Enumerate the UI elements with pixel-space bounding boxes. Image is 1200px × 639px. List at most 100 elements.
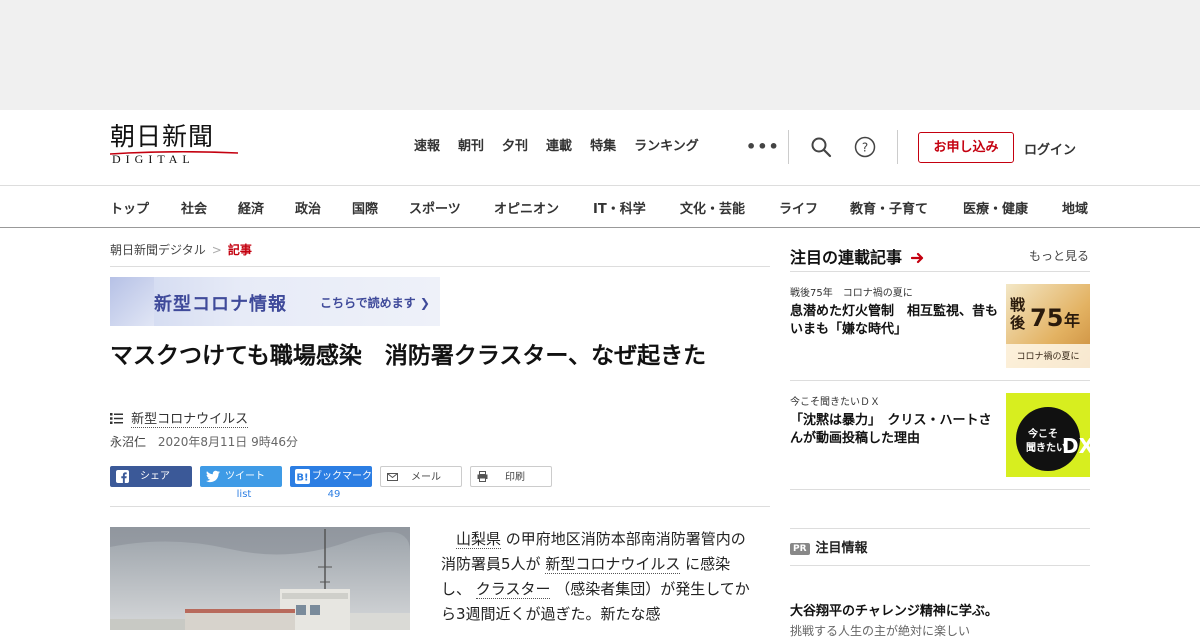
pr-section-title: PR 注目情報	[790, 537, 868, 556]
article-tag-row: 新型コロナウイルス	[110, 408, 249, 428]
apply-button[interactable]: お申し込み	[918, 132, 1014, 163]
share-hatena-label: ブックマーク	[312, 471, 372, 482]
sidebar-article[interactable]: 今こそ聞きたいＤＸ 「沈黙は暴力」 クリス・ハートさんが動画投稿した理由 今こそ…	[790, 393, 1090, 477]
catnav-it-science[interactable]: IT・科学	[593, 198, 646, 217]
site-header: 朝日新聞 DIGITAL 速報 朝刊 夕刊 連載 特集 ランキング ••• ? …	[0, 110, 1200, 185]
share-print-button[interactable]: 印刷	[470, 466, 552, 487]
svg-text:後: 後	[1009, 314, 1026, 332]
sidebar-article-title: 息潜めた灯火管制 相互監視、昔もいまも「嫌な時代」	[790, 304, 999, 337]
breadcrumb-home[interactable]: 朝日新聞デジタル	[110, 243, 206, 257]
help-icon[interactable]: ?	[854, 136, 876, 158]
svg-text:B!: B!	[296, 473, 308, 484]
svg-text:75: 75	[1030, 304, 1063, 332]
divider	[788, 130, 789, 164]
divider	[790, 528, 1090, 529]
share-facebook-button[interactable]: シェア	[110, 466, 192, 487]
hatena-count[interactable]: 49	[293, 489, 375, 500]
link-covid[interactable]: 新型コロナウイルス	[545, 555, 681, 574]
svg-text:?: ?	[862, 141, 868, 155]
topnav-item-choukan[interactable]: 朝刊	[458, 138, 484, 156]
sidebar-title-text: 注目の連載記事	[790, 248, 903, 267]
topnav-item-tokushu[interactable]: 特集	[590, 138, 616, 156]
catnav-society[interactable]: 社会	[181, 198, 207, 217]
search-icon[interactable]	[810, 136, 832, 158]
topnav-item-sokuho[interactable]: 速報	[414, 138, 440, 156]
svg-text:戦: 戦	[1010, 296, 1026, 314]
sidebar-thumbnail: 今こそ 聞きたい DX	[1006, 393, 1090, 477]
article-body: 山梨県 の甲府地区消防本部南消防署管内の消防署員5人が 新型コロナウイルス に感…	[441, 527, 753, 627]
pr-item-subtitle[interactable]: 挑戦する人生の主が絶対に楽しい	[790, 622, 970, 639]
catnav-life[interactable]: ライフ	[779, 198, 818, 217]
catnav-opinion[interactable]: オピニオン	[494, 198, 559, 217]
divider	[790, 565, 1090, 566]
article-headline: マスクつけても職場感染 消防署クラスター、なぜ起きた	[110, 343, 707, 369]
twitter-icon	[206, 470, 220, 483]
share-mail-button[interactable]: メール	[380, 466, 462, 487]
catnav-culture[interactable]: 文化・芸能	[680, 198, 745, 217]
link-yamanashi[interactable]: 山梨県	[456, 530, 502, 549]
topnav-item-ranking[interactable]: ランキング	[634, 138, 699, 156]
svg-text:年: 年	[1064, 311, 1080, 330]
catnav-region[interactable]: 地域	[1062, 198, 1088, 217]
sidebar-article[interactable]: 戦後75年 コロナ禍の夏に 息潜めた灯火管制 相互監視、昔もいまも「嫌な時代」 …	[790, 284, 1090, 368]
category-nav: トップ 社会 経済 政治 国際 スポーツ オピニオン IT・科学 文化・芸能 ラ…	[0, 185, 1200, 228]
topnav-item-rensai[interactable]: 連載	[546, 138, 572, 156]
logo-sub: DIGITAL	[112, 152, 195, 166]
catnav-politics[interactable]: 政治	[295, 198, 321, 217]
catnav-top[interactable]: トップ	[110, 198, 149, 217]
pr-item-title[interactable]: 大谷翔平のチャレンジ精神に学ぶ。	[790, 600, 998, 619]
hatena-bookmark-icon: B!	[295, 469, 310, 484]
covid-info-banner[interactable]: 新型コロナ情報 こちらで読めます ❯	[110, 277, 440, 326]
top-nav: 速報 朝刊 夕刊 連載 特集 ランキング	[414, 138, 717, 156]
author[interactable]: 永沼仁	[110, 435, 146, 449]
banner-decoration	[110, 277, 154, 326]
svg-text:DX: DX	[1062, 434, 1090, 458]
catnav-international[interactable]: 国際	[352, 198, 378, 217]
svg-text:聞きたい: 聞きたい	[1026, 442, 1066, 454]
more-menu-icon[interactable]: •••	[746, 137, 780, 156]
logo-kanji: 朝日新聞	[110, 122, 215, 151]
ad-band	[0, 0, 1200, 110]
divider	[790, 271, 1090, 272]
share-mail-label: メール	[411, 472, 441, 483]
sidebar-article-title: 「沈黙は暴力」 クリス・ハートさんが動画投稿した理由	[790, 413, 992, 446]
banner-title: 新型コロナ情報	[154, 294, 287, 315]
publish-date: 2020年8月11日 9時46分	[157, 435, 299, 449]
fire-station-photo	[110, 527, 410, 630]
article-tag[interactable]: 新型コロナウイルス	[131, 412, 249, 428]
site-logo[interactable]: 朝日新聞 DIGITAL	[110, 122, 245, 172]
catnav-economy[interactable]: 経済	[238, 198, 264, 217]
mail-icon	[387, 473, 398, 481]
divider	[897, 130, 898, 164]
banner-cta: こちらで読めます ❯	[320, 296, 430, 310]
pr-title-text: 注目情報	[815, 541, 868, 556]
byline: 永沼仁 2020年8月11日 9時46分	[110, 433, 298, 450]
topnav-item-yuukan[interactable]: 夕刊	[502, 138, 528, 156]
twitter-count[interactable]: list	[203, 489, 285, 500]
print-icon	[477, 471, 488, 482]
share-facebook-label: シェア	[140, 471, 170, 482]
login-link[interactable]: ログイン	[1024, 139, 1076, 158]
catnav-education[interactable]: 教育・子育て	[850, 198, 928, 217]
sidebar-more-link[interactable]: もっと見る	[1029, 247, 1089, 264]
catnav-sports[interactable]: スポーツ	[409, 198, 461, 217]
divider	[790, 380, 1090, 381]
breadcrumb-separator: >	[211, 243, 222, 257]
divider	[790, 489, 1090, 490]
dx-thumbnail: 今こそ 聞きたい DX	[1006, 393, 1090, 477]
war-75-thumbnail: 戦 後 75 年 コロナ禍の夏に	[1006, 284, 1090, 368]
catnav-health[interactable]: 医療・健康	[963, 198, 1028, 217]
arrow-right-icon	[910, 252, 923, 264]
pr-badge: PR	[790, 542, 810, 555]
share-print-label: 印刷	[505, 472, 525, 483]
divider	[110, 506, 770, 507]
share-hatena-button[interactable]: B! ブックマーク	[290, 466, 372, 487]
share-twitter-button[interactable]: ツイート	[200, 466, 282, 487]
svg-text:今こそ: 今こそ	[1027, 427, 1058, 440]
list-icon	[110, 413, 123, 424]
link-cluster[interactable]: クラスター	[475, 580, 551, 599]
article-photo[interactable]	[110, 527, 410, 630]
breadcrumb-current: 記事	[227, 243, 252, 257]
sidebar-title[interactable]: 注目の連載記事	[790, 244, 925, 268]
svg-text:コロナ禍の夏に: コロナ禍の夏に	[1016, 350, 1079, 362]
